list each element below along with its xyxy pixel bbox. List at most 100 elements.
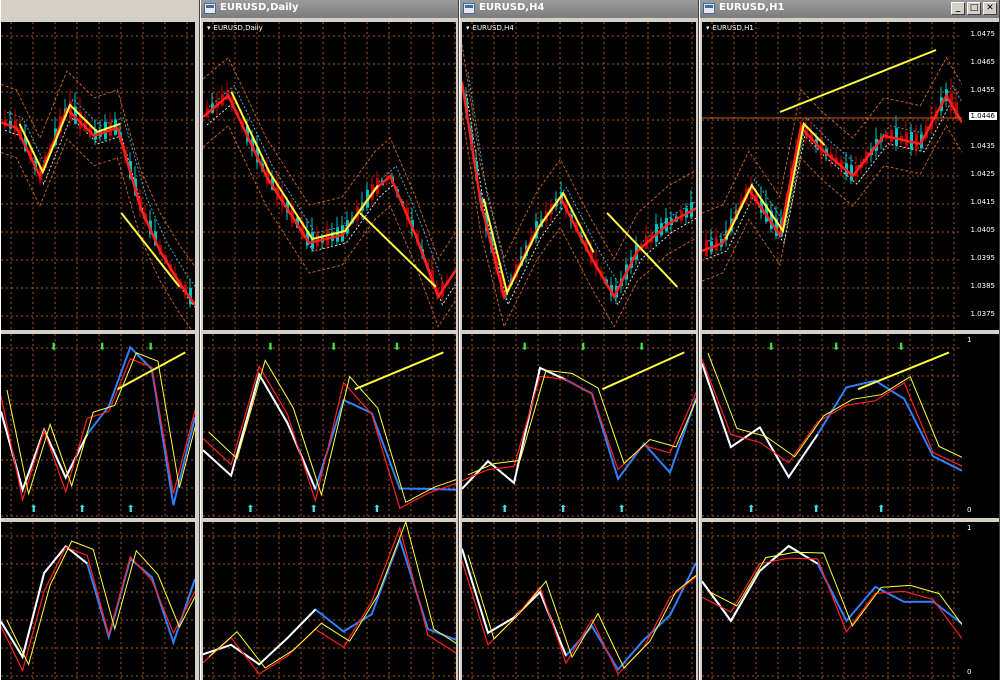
oscillator-yellow-line [6, 540, 195, 666]
arrow-down-marker-icon: ⬇ [147, 342, 155, 353]
oscillator-blue-line [462, 548, 696, 672]
oscillator-trendline [601, 351, 685, 391]
oscillator-min-label: 0 [967, 506, 972, 514]
arrow-up-marker-icon: ⬆ [246, 504, 254, 515]
arrow-up-marker-icon: ⬆ [127, 504, 135, 515]
chart-window-eurusd-h4[interactable]: EURUSD,H4 EURUSD,H4 ⬇ ⬆ ⬇ ⬆ ⬇ ⬆ [459, 0, 699, 680]
chart-symbol-label: EURUSD,H4 [466, 24, 514, 32]
oscillator-pane-daily-b[interactable] [203, 522, 456, 680]
arrow-up-marker-icon: ⬆ [373, 504, 381, 515]
price-pane-h1[interactable]: EURUSD,H1 1.0475 1.0465 1.0455 1.0446 1.… [702, 22, 999, 330]
ma-white-dotted [705, 102, 962, 260]
price-tick: 1.0385 [970, 282, 996, 290]
trendline [779, 49, 937, 113]
candle-body [895, 128, 898, 146]
oscillator-trendline [354, 351, 444, 391]
arrow-up-marker-icon: ⬆ [618, 504, 626, 515]
oscillator-pane-h4-a[interactable]: ⬇ ⬆ ⬇ ⬆ ⬇ ⬆ [462, 334, 696, 518]
ma-dotted [467, 72, 696, 289]
arrow-down-marker-icon: ⬇ [638, 342, 646, 353]
oscillator-blue-line [702, 544, 962, 625]
chart-symbol-label: EURUSD,Daily [207, 24, 263, 32]
price-axis[interactable]: 1.0475 1.0465 1.0455 1.0446 1.0435 1.042… [962, 22, 999, 330]
oscillator-pane-1a[interactable]: ⬇ ⬆ ⬇ ⬆ ⬇ ⬆ [1, 334, 195, 518]
chart-window-eurusd-h1[interactable]: EURUSD,H1 _ □ ✕ EURUSD,H1 1.0475 1.0465 … [699, 0, 1000, 680]
candle-body [910, 131, 913, 149]
oscillator-min-label: 0 [967, 668, 972, 676]
arrow-down-marker-icon: ⬇ [767, 342, 775, 353]
window-titlebar[interactable]: EURUSD,H4 [460, 0, 698, 18]
current-price-tag: 1.0446 [968, 112, 997, 120]
close-button[interactable]: ✕ [983, 2, 997, 15]
arrow-up-marker-icon: ⬆ [501, 504, 509, 515]
oscillator-white-line [203, 608, 317, 666]
price-pane-daily[interactable]: EURUSD,Daily [203, 22, 456, 330]
oscillator-blue-line [1, 545, 195, 660]
arrow-down-marker-icon: ⬇ [897, 342, 905, 353]
window-icon [703, 3, 715, 14]
window-titlebar[interactable]: EURUSD,H1 _ □ ✕ [700, 0, 999, 18]
minimize-button[interactable]: _ [951, 2, 965, 15]
fast-ma-line [702, 93, 962, 253]
price-tick: 1.0475 [970, 30, 996, 38]
maximize-button[interactable]: □ [967, 2, 981, 15]
fast-ma-line [203, 93, 456, 300]
oscillator-white-line [1, 545, 88, 660]
chart-window-1[interactable]: ⬇ ⬆ ⬇ ⬆ ⬇ ⬆ [0, 0, 200, 680]
arrow-down-marker-icon: ⬇ [98, 342, 106, 353]
arrow-up-marker-icon: ⬆ [812, 504, 820, 515]
arrow-down-marker-icon: ⬇ [521, 342, 529, 353]
fast-ma-line [462, 82, 696, 301]
window-icon [463, 3, 475, 14]
oscillator-pane-h4-b[interactable] [462, 522, 696, 680]
ma-dotted [208, 84, 456, 288]
window-titlebar[interactable]: EURUSD,Daily [201, 0, 458, 18]
oscillator-pane-h1-b[interactable]: 1 0 [702, 522, 999, 680]
price-tick: 1.0395 [970, 254, 996, 262]
chart-window-eurusd-daily[interactable]: EURUSD,Daily EURUSD,Daily ⬇ ⬆ ⬇ ⬆ ⬇ ⬆ [200, 0, 459, 680]
arrow-up-marker-icon: ⬆ [78, 504, 86, 515]
envelope-upper [1, 70, 195, 267]
arrow-up-marker-icon: ⬆ [877, 504, 885, 515]
price-tick: 1.0465 [970, 58, 996, 66]
window-title: EURUSD,Daily [220, 2, 299, 13]
price-pane-1[interactable] [1, 22, 195, 330]
arrow-down-marker-icon: ⬇ [832, 342, 840, 353]
arrow-down-marker-icon: ⬇ [50, 342, 58, 353]
oscillator-axis: 1 0 [962, 334, 999, 518]
oscillator-blue-line [203, 536, 456, 666]
fast-ma-line [1, 106, 195, 306]
price-tick: 1.0415 [970, 198, 996, 206]
oscillator-pane-1b[interactable] [1, 522, 195, 680]
arrow-up-marker-icon: ⬆ [30, 504, 38, 515]
oscillator-red-line [462, 375, 696, 482]
oscillator-pane-h1-a[interactable]: ⬇ ⬆ ⬇ ⬆ ⬇ ⬆ 1 0 [702, 334, 999, 518]
arrow-down-marker-icon: ⬇ [393, 342, 401, 353]
chart-symbol-label: EURUSD,H1 [706, 24, 754, 32]
price-tick: 1.0435 [970, 142, 996, 150]
oscillator-pane-daily-a[interactable]: ⬇ ⬆ ⬇ ⬆ ⬇ ⬆ [203, 334, 456, 518]
envelope-lower [203, 124, 456, 328]
candle-body [915, 133, 918, 149]
price-tick: 1.0375 [970, 310, 996, 318]
oscillator-red-line [462, 560, 696, 676]
oscillator-yellow-line [208, 522, 456, 669]
oscillator-trendline [116, 351, 186, 391]
price-pane-h4[interactable]: EURUSD,H4 [462, 22, 696, 330]
price-tick: 1.0455 [970, 86, 996, 94]
oscillator-max-label: 1 [967, 524, 972, 532]
window-icon [204, 3, 216, 14]
arrow-down-marker-icon: ⬇ [330, 342, 338, 353]
oscillator-max-label: 1 [967, 336, 972, 344]
oscillator-yellow-line [6, 352, 195, 496]
price-tick: 1.0425 [970, 170, 996, 178]
oscillator-blue-line [1, 345, 195, 506]
envelope-lower [1, 138, 193, 330]
ma-dotted [6, 98, 195, 288]
oscillator-axis: 1 0 [962, 522, 999, 680]
arrow-down-marker-icon: ⬇ [579, 342, 587, 353]
candle-body [311, 232, 314, 250]
window-title: EURUSD,H1 [719, 2, 785, 13]
arrow-down-marker-icon: ⬇ [266, 342, 274, 353]
oscillator-red-line [1, 358, 195, 503]
